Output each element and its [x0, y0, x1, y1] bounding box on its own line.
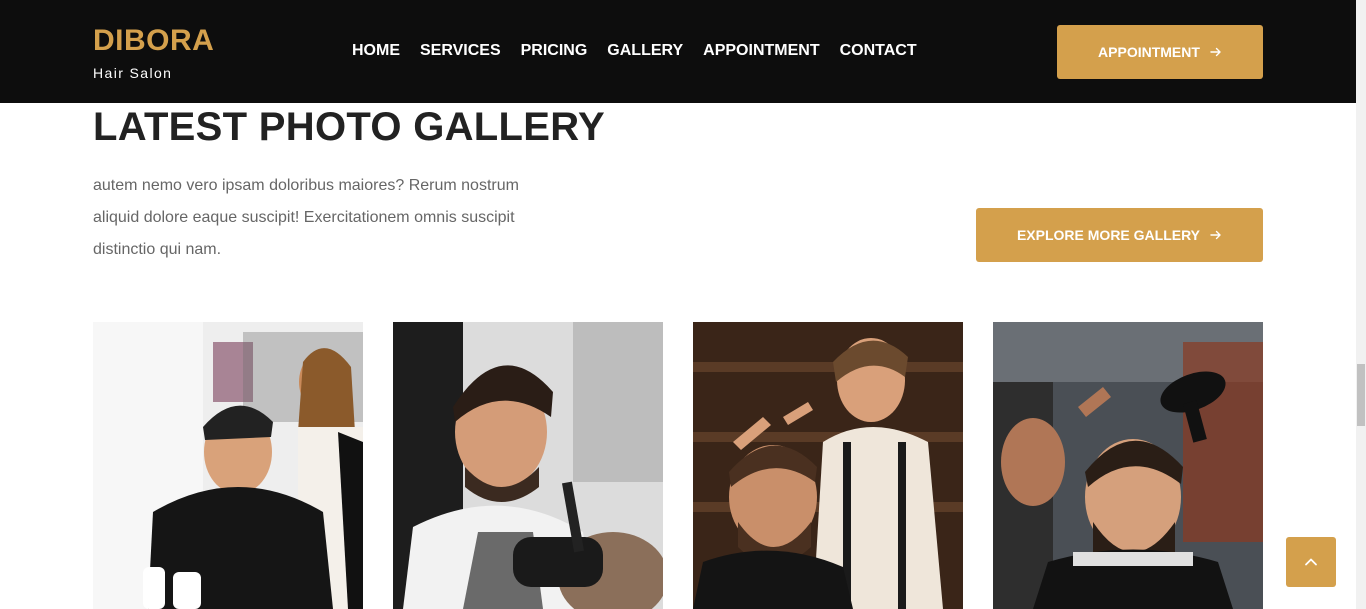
nav-pricing[interactable]: PRICING: [521, 41, 588, 61]
chevron-up-icon: [1305, 558, 1317, 566]
nav-services[interactable]: SERVICES: [420, 41, 501, 61]
gallery-image-2[interactable]: [393, 322, 663, 609]
nav-appointment[interactable]: APPOINTMENT: [703, 41, 819, 61]
photo-barber-trimming-icon: [393, 322, 663, 609]
arrow-right-icon: [1210, 230, 1221, 240]
scrollbar-thumb[interactable]: [1357, 364, 1365, 426]
explore-gallery-button[interactable]: EXPLORE MORE GALLERY: [976, 208, 1263, 262]
brand-logo[interactable]: DIBORA Hair Salon: [93, 24, 215, 82]
gallery-description: autem nemo vero ipsam doloribus maiores?…: [93, 177, 519, 258]
photo-client-with-stylist-icon: [93, 322, 363, 609]
main-nav: HOME SERVICES PRICING GALLERY APPOINTMEN…: [352, 41, 917, 61]
gallery-image-4[interactable]: [993, 322, 1263, 609]
gallery-title: LATEST PHOTO GALLERY: [93, 105, 605, 149]
photo-barber-scissors-icon: [693, 322, 963, 609]
explore-gallery-label: EXPLORE MORE GALLERY: [1016, 227, 1201, 243]
photo-barber-blowdryer-icon: [993, 322, 1263, 609]
gallery-image-3[interactable]: [693, 322, 963, 609]
nav-home[interactable]: HOME: [352, 41, 400, 61]
nav-gallery[interactable]: GALLERY: [607, 41, 683, 61]
page-scrollbar[interactable]: [1356, 0, 1366, 609]
appointment-button-label: APPOINTMENT: [1098, 44, 1200, 60]
nav-contact[interactable]: CONTACT: [840, 41, 917, 61]
gallery-image-1[interactable]: [93, 322, 363, 609]
appointment-button[interactable]: APPOINTMENT: [1057, 25, 1263, 79]
site-header: DIBORA Hair Salon HOME SERVICES PRICING …: [0, 0, 1356, 103]
brand-name: DIBORA: [93, 24, 215, 57]
arrow-right-icon: [1210, 47, 1221, 57]
back-to-top-button[interactable]: [1286, 537, 1336, 587]
brand-tagline: Hair Salon: [93, 65, 173, 81]
